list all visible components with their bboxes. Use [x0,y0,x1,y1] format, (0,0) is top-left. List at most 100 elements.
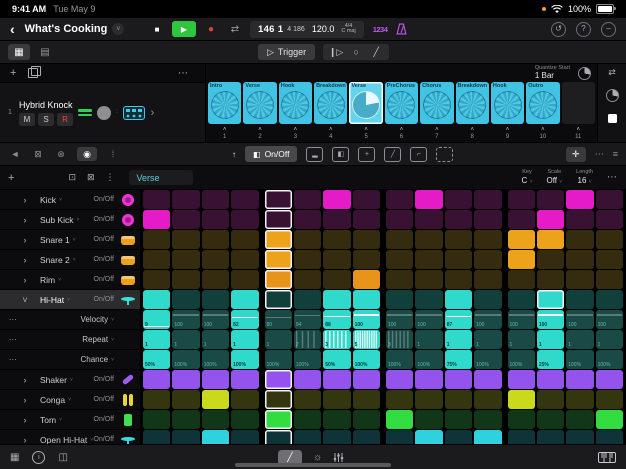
repeat-cell-2[interactable]: 1 [172,330,200,349]
scene-column-3[interactable]: ˄ 3 [279,127,312,140]
scene-column-11[interactable]: ˄ 11 [562,127,595,140]
step-cell-14[interactable] [536,190,565,209]
step-cell-10[interactable] [415,290,443,309]
step-cell-5[interactable] [264,370,292,389]
step-cell-3[interactable] [201,370,230,389]
hihat-icon[interactable] [120,293,136,307]
step-cell-10[interactable] [415,270,443,289]
gate-mode-icon[interactable]: ◧ [332,146,350,162]
scene-launch-chevron[interactable]: ˄ [329,127,333,133]
step-cell-10[interactable] [415,250,443,269]
velocity-cell-4[interactable]: 82 [231,310,259,329]
scene-column-5[interactable]: ˄ 5 [349,127,382,140]
step-cell-9[interactable] [386,390,414,409]
step-cell-12[interactable] [474,210,502,229]
row-header[interactable]: ˅ Hi-Hat ˅ On/Off [0,290,140,309]
stop-button[interactable]: ■ [148,21,166,37]
step-cell-5[interactable] [264,390,292,409]
step-cell-7[interactable] [323,390,351,409]
step-cell-4[interactable] [231,250,259,269]
chance-cell-10[interactable]: 100% [415,350,443,369]
step-cell-2[interactable] [172,190,200,209]
monitor-mode-icon[interactable]: ◉ [77,147,97,161]
step-cell-7[interactable] [323,370,351,389]
conga-icon[interactable] [120,393,136,407]
collapse-chevron-icon[interactable]: ˅ [18,295,32,305]
step-cell-15[interactable] [566,230,594,249]
scene-launch-chevron[interactable]: ˄ [400,127,404,133]
step-cell-2[interactable] [172,210,200,229]
step-cell-12[interactable] [474,190,502,209]
subrow-more-icon[interactable]: ⋯ [6,315,20,324]
row-control-label[interactable]: On/Off [94,436,115,443]
step-cell-6[interactable] [293,230,322,249]
step-cell-5[interactable] [264,210,292,229]
scene-column-8[interactable]: ˄ 8 [456,127,489,140]
repeat-cell-12[interactable]: 1 [474,330,502,349]
scene-column-2[interactable]: ˄ 2 [243,127,276,140]
chance-cell-8[interactable]: 100% [352,350,380,369]
chance-cell-11[interactable]: 75% [444,350,473,369]
expand-chevron-icon[interactable]: › [18,235,32,245]
step-cell-4[interactable] [231,410,259,429]
step-cell-8[interactable] [352,270,380,289]
expand-chevron-icon[interactable]: › [18,255,32,265]
step-cell-4[interactable] [231,430,259,444]
repeat-cell-7[interactable]: 3 [323,330,351,349]
step-cell-7[interactable] [323,270,351,289]
scene-cell-7[interactable]: Chorus [420,82,454,124]
velocity-cell-8[interactable]: 100 [352,310,380,329]
velocity-cell-10[interactable]: 100 [415,310,443,329]
step-cell-7[interactable] [323,290,351,309]
step-cell-5[interactable] [264,190,292,209]
scene-cell-6[interactable]: PreChorus [384,82,419,124]
repeat-cell-8[interactable]: 5 [352,330,380,349]
randomize-icon[interactable]: ⊗ [54,147,68,161]
scene-cell-3[interactable]: Hook [278,82,313,124]
step-cell-4[interactable] [231,190,259,209]
step-cell-7[interactable] [323,230,351,249]
step-cell-1[interactable] [143,430,171,444]
velocity-cell-9[interactable]: 100 [386,310,414,329]
help-icon[interactable]: ? [576,21,591,37]
clear-pattern-icon[interactable]: ⊠ [87,172,95,183]
chance-cell-9[interactable]: 100% [386,350,414,369]
step-cell-14[interactable] [536,210,565,229]
step-cell-11[interactable] [444,370,473,389]
step-cell-9[interactable] [386,270,414,289]
step-cell-9[interactable] [386,230,414,249]
row-control-label[interactable]: On/Off [94,296,115,303]
row-control-label[interactable]: On/Off [94,196,115,203]
pattern-name-pill[interactable]: Verse [128,170,193,185]
scene-column-1[interactable]: ˄ 1 [208,127,241,140]
step-cell-12[interactable] [474,250,502,269]
add-track-button[interactable]: + [10,67,16,79]
velocity-cell-6[interactable]: 94 [293,310,322,329]
trigger-button[interactable]: ▷ Trigger [258,44,316,60]
row-options-icon[interactable]: ⋮ [106,172,115,183]
velocity-cell-16[interactable]: 100 [595,310,623,329]
mute-button[interactable]: M [19,112,35,126]
row-header[interactable]: › Shaker ˅ On/Off [0,370,140,389]
step-cell-14[interactable] [536,430,565,444]
step-cell-5[interactable] [264,250,292,269]
step-cell-4[interactable] [231,210,259,229]
scale-control[interactable]: Scale Off ˅ [546,169,562,185]
sequencer-more-button[interactable]: ⋯ [595,149,604,160]
minimize-icon[interactable]: – [601,21,616,37]
step-cell-1[interactable] [143,210,171,229]
step-cell-2[interactable] [172,250,200,269]
row-header[interactable]: › Tom ˅ On/Off [0,410,140,429]
velocity-cell-3[interactable]: 100 [201,310,230,329]
scene-launch-chevron[interactable]: ˄ [470,127,474,133]
step-cell-5[interactable] [264,290,292,309]
scene-empty-slot[interactable] [561,82,595,124]
track-expand-chevron[interactable]: › [151,107,155,119]
drum-icon[interactable] [120,233,136,247]
row-control-label[interactable]: On/Off [94,276,115,283]
step-cell-15[interactable] [566,390,594,409]
velocity-cell-14[interactable]: 100 [536,310,565,329]
step-cell-9[interactable] [386,250,414,269]
step-cell-1[interactable] [143,370,171,389]
step-cell-7[interactable] [323,250,351,269]
